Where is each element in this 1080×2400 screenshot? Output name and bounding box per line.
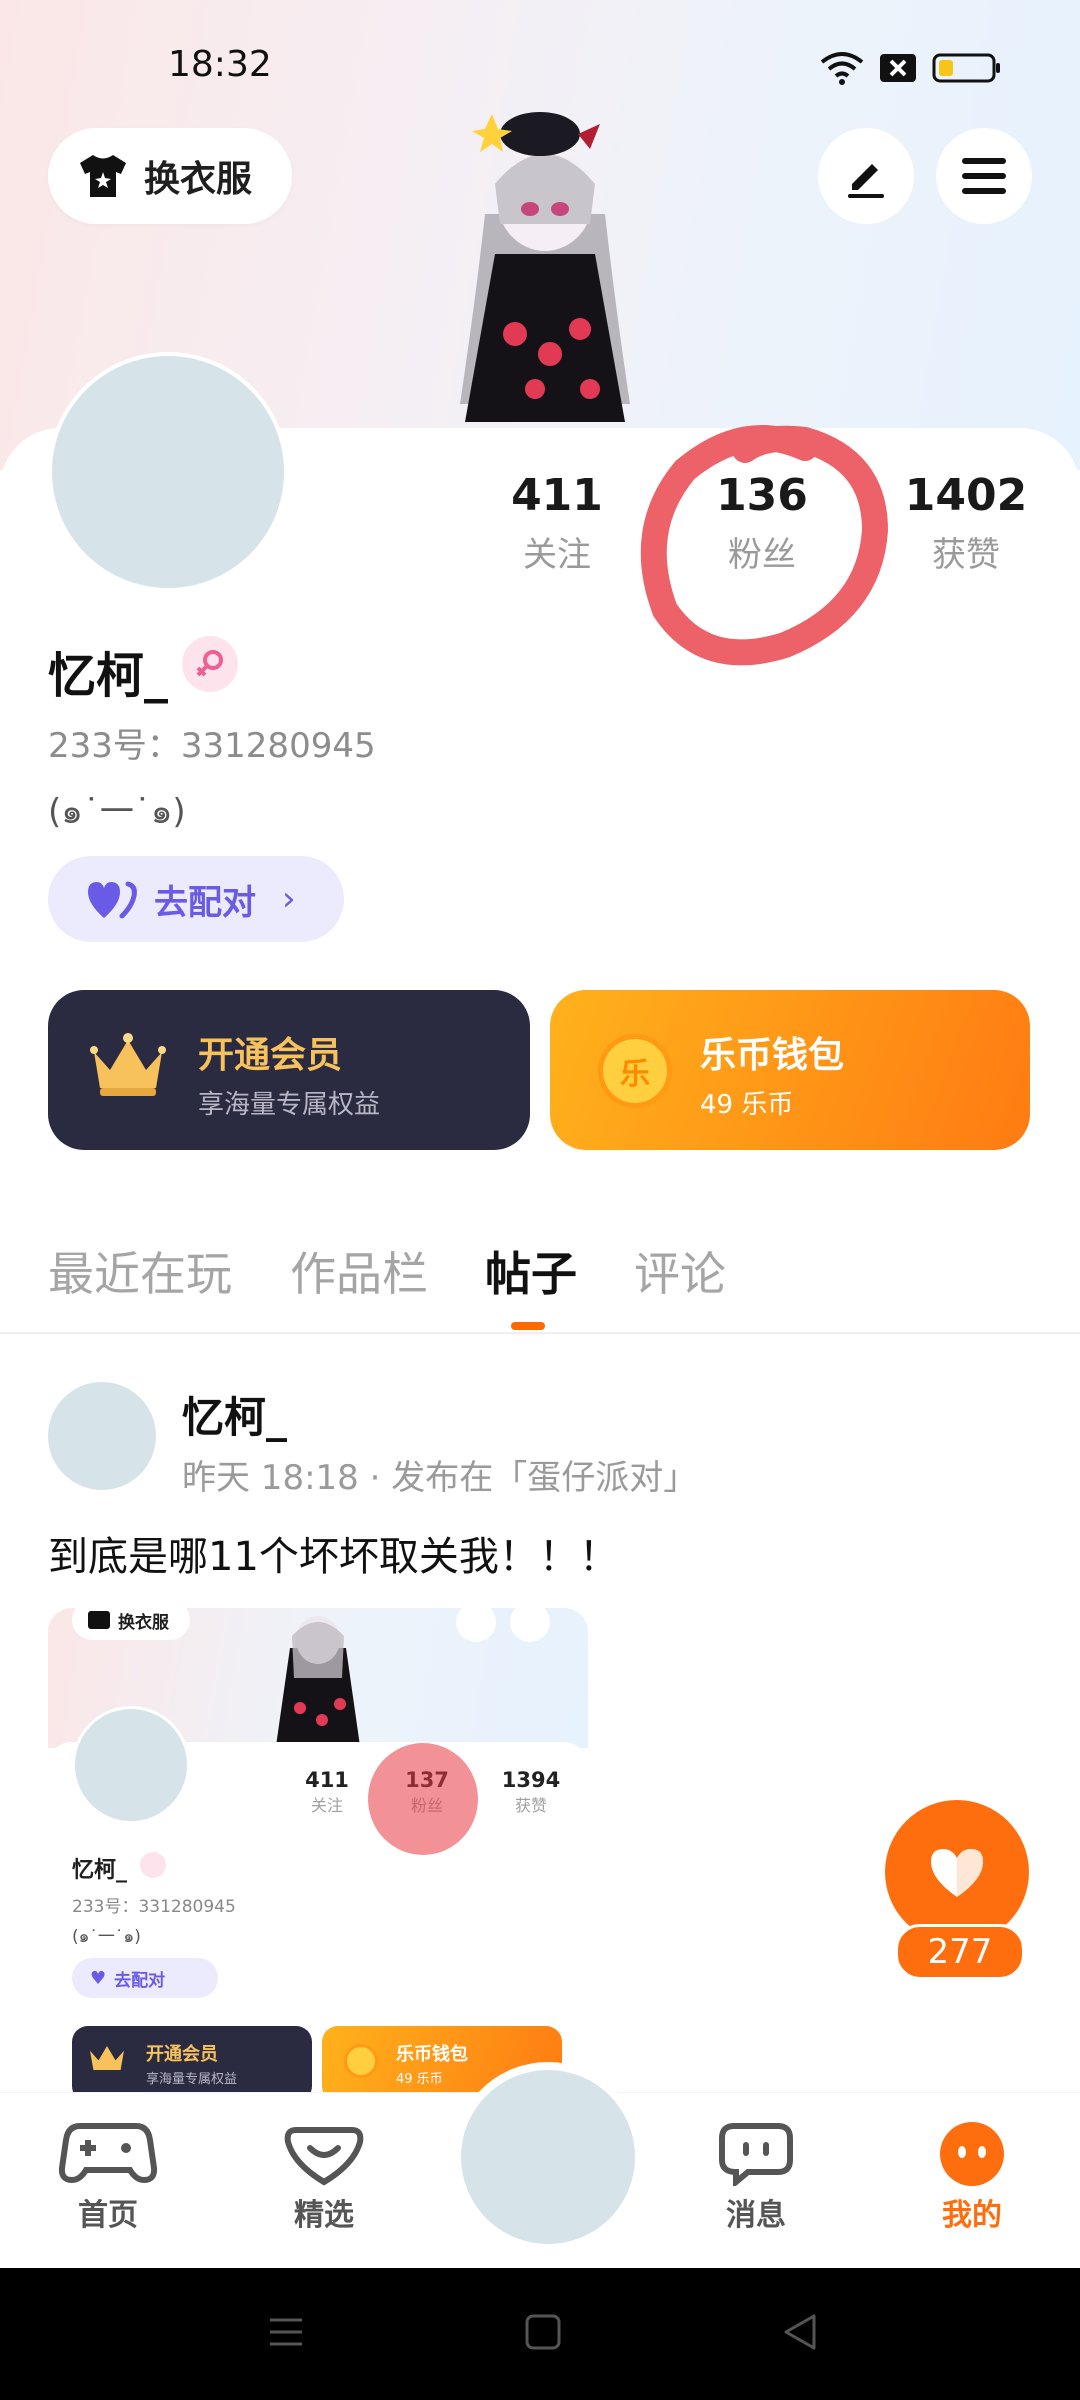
status-icons [820,48,1002,88]
coin-glyph: 乐 [620,1057,650,1092]
stat-likes[interactable]: 1402 获赞 [866,470,1066,576]
nav-home-label: 首页 [78,2198,138,2233]
gamepad-icon [58,2123,158,2184]
chat-icon [719,2123,793,2189]
uid-value[interactable]: 331280945 [181,726,376,766]
profile-name: 忆柯_ [48,648,169,704]
like-count: 277 [895,1924,1025,1980]
menu-button[interactable] [936,128,1032,224]
thumb-vip-title: 开通会员 [146,2044,218,2065]
thumb-tshirt-icon [88,1611,110,1629]
back-icon[interactable] [780,2312,820,2352]
thumb-gender-icon [140,1852,166,1878]
tshirt-icon [80,155,126,197]
double-heart-icon [88,881,137,919]
match-button[interactable]: 去配对 › [48,856,344,942]
edit-profile-button[interactable] [818,128,914,224]
thumb-vip-banner: 开通会员 享海量专属权益 [72,2026,312,2092]
menu-icon [962,158,1006,194]
thumb-wallet-title: 乐币钱包 [396,2044,468,2065]
stat-likes-label: 获赞 [932,535,1000,575]
nav-featured[interactable]: 精选 [254,2120,394,2234]
thumb-stat-likes: 1394 获赞 [486,1768,576,1816]
vip-title: 开通会员 [198,1035,343,1076]
nav-center-avatar[interactable] [453,2062,643,2252]
thumb-stat-likes-label: 获赞 [514,1796,547,1815]
tab-divider [0,1332,1080,1334]
nav-messages[interactable]: 消息 [686,2120,826,2234]
tab-works[interactable]: 作品栏 [290,1238,428,1304]
vip-banner[interactable]: 开通会员 享海量专属权益 [48,990,530,1150]
thumb-wallet-subtitle: 49 乐币 [396,2072,443,2087]
status-time: 18:32 [168,44,272,85]
wallet-title: 乐币钱包 [700,1035,845,1076]
nav-messages-label: 消息 [726,2198,786,2233]
nav-mine[interactable]: 我的 [902,2120,1042,2234]
vip-subtitle: 享海量专属权益 [198,1090,381,1120]
wallet-banner[interactable]: 乐 乐币钱包 49 乐币 [550,990,1030,1150]
home-icon[interactable] [523,2312,563,2352]
red-circle-annotation [640,425,889,666]
crown-icon [90,1033,166,1096]
thumb-match-button: ♥ 去配对 [72,1958,218,1998]
female-gender-icon [182,636,238,692]
recent-apps-icon[interactable] [266,2312,306,2352]
thumb-signature: (๑˙一˙๑) [72,1927,141,1947]
thumb-crown-icon [90,2046,124,2070]
active-tab-indicator [511,1322,545,1330]
post-meta: 昨天 18:18 · 发布在「蛋仔派对」 [182,1458,698,1498]
chevron-right-icon: › [282,879,296,919]
uid-label: 233号 [48,726,147,766]
thumb-stat-likes-value: 1394 [501,1768,561,1792]
change-outfit-label: 换衣服 [144,159,253,200]
wifi-icon [820,52,864,85]
tab-comments[interactable]: 评论 [634,1238,726,1304]
coin-icon: 乐 [598,1034,672,1108]
tab-recent-played[interactable]: 最近在玩 [48,1238,232,1304]
heart-icon [931,1849,983,1897]
thumb-coin-icon [344,2044,378,2078]
tab-posts[interactable]: 帖子 [485,1238,577,1304]
heart-shield-icon [284,2127,364,2186]
match-label: 去配对 [154,882,256,923]
nav-mine-label: 我的 [942,2198,1002,2233]
nav-home[interactable]: 首页 [38,2120,178,2234]
pen-icon [848,164,884,198]
profile-uid: 233号：331280945 [48,726,376,766]
thumb-outfit-label: 换衣服 [118,1612,169,1633]
like-button[interactable] [885,1800,1029,1944]
profile-signature: (๑˙一˙๑) [48,792,186,832]
system-nav-bar [0,2268,1080,2400]
thumb-avatar [72,1706,190,1824]
character-avatar[interactable] [440,104,650,424]
thumb-outfit-button: 换衣服 [72,1608,190,1640]
post-author-name[interactable]: 忆柯_ [182,1384,287,1445]
post-text: 到底是哪11个坏坏取关我！！！ [48,1534,619,1580]
thumb-vip-subtitle: 享海量专属权益 [146,2072,238,2087]
profile-avatar[interactable] [48,352,288,592]
stat-likes-value: 1402 [904,470,1028,521]
post-author-avatar[interactable] [48,1382,156,1490]
wallet-subtitle: 49 乐币 [700,1090,794,1120]
face-icon [940,2122,1004,2186]
thumb-match-label: 去配对 [114,1970,166,1991]
thumb-uid: 233号：331280945 [72,1897,236,1917]
post-image[interactable]: 换衣服 411 关注 137 粉丝 1394 获赞 忆柯_ 233号：33128… [48,1608,588,2092]
thumb-name: 忆柯_ [72,1858,128,1883]
thumb-heart-icon: ♥ [90,1967,107,1989]
nav-featured-label: 精选 [294,2198,354,2233]
battery-icon [932,53,1000,83]
sim-off-icon [880,54,916,82]
thumb-red-circle-annotation [368,1743,478,1855]
change-outfit-button[interactable]: 换衣服 [48,128,292,224]
